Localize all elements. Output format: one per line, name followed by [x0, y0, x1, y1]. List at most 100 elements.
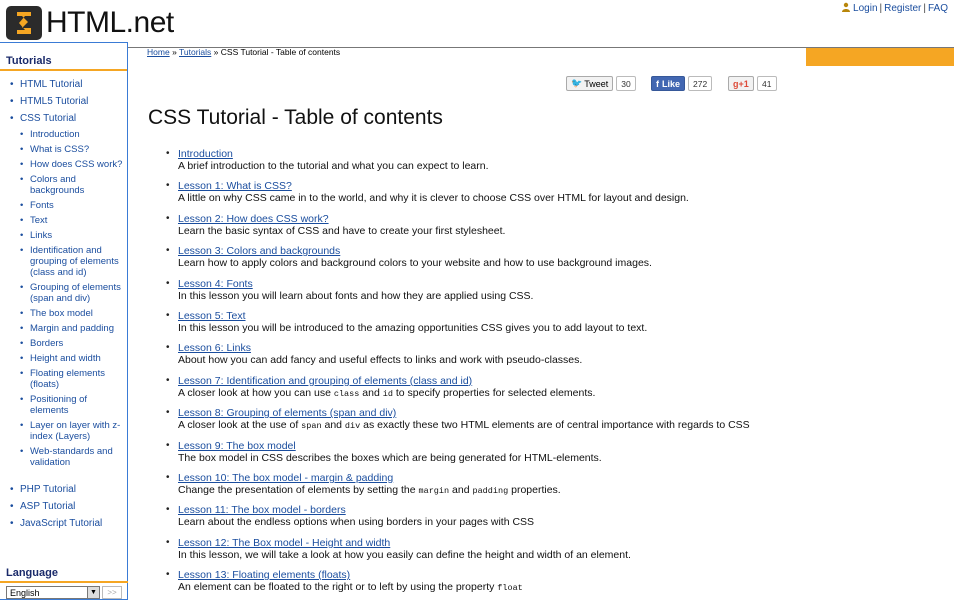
sidebar-subitem[interactable]: Text	[20, 214, 127, 229]
faq-link[interactable]: FAQ	[928, 3, 948, 14]
sidebar-sublink[interactable]: Floating elements (floats)	[30, 368, 105, 390]
register-link[interactable]: Register	[884, 3, 921, 14]
toc-link[interactable]: Lesson 8: Grouping of elements (span and…	[178, 407, 788, 419]
toc-link[interactable]: Lesson 5: Text	[178, 310, 788, 322]
toc-item: IntroductionA brief introduction to the …	[166, 148, 788, 180]
toc-link[interactable]: Lesson 2: How does CSS work?	[178, 213, 788, 225]
sidebar-item-asp[interactable]: ASP Tutorial	[10, 499, 127, 516]
toc-link[interactable]: Lesson 6: Links	[178, 342, 788, 354]
sidebar-sublink[interactable]: Links	[30, 230, 52, 241]
toc-item: Lesson 11: The box model - bordersLearn …	[166, 504, 788, 536]
sidebar-subitem[interactable]: What is CSS?	[20, 143, 127, 158]
sidebar-subitem[interactable]: Identification and grouping of elements …	[20, 244, 127, 281]
sidebar: Tutorials HTML Tutorial HTML5 Tutorial C…	[0, 42, 128, 600]
sidebar-sublink[interactable]: What is CSS?	[30, 144, 89, 155]
sidebar-sublink[interactable]: How does CSS work?	[30, 159, 122, 170]
sidebar-subitem[interactable]: Links	[20, 229, 127, 244]
sidebar-link[interactable]: PHP Tutorial	[20, 484, 76, 495]
sidebar-sublink[interactable]: Grouping of elements (span and div)	[30, 282, 121, 304]
sidebar-link[interactable]: ASP Tutorial	[20, 501, 75, 512]
gplus-button[interactable]: g +1	[728, 76, 754, 91]
sidebar-link[interactable]: CSS Tutorial	[20, 113, 76, 124]
sidebar-sublink[interactable]: Fonts	[30, 200, 54, 211]
tweet-count: 30	[616, 76, 636, 91]
sidebar-sublink[interactable]: Height and width	[30, 353, 101, 364]
sidebar-subitem[interactable]: Borders	[20, 337, 127, 352]
sidebar-subitem[interactable]: Floating elements (floats)	[20, 367, 127, 393]
toc-link[interactable]: Lesson 3: Colors and backgrounds	[178, 245, 788, 257]
twitter-icon: 🐦	[571, 78, 583, 88]
toc-link[interactable]: Lesson 1: What is CSS?	[178, 180, 788, 192]
sidebar-item-css[interactable]: CSS Tutorial Introduction What is CSS? How…	[10, 111, 127, 482]
account-links: Login | Register | FAQ	[841, 2, 948, 15]
sidebar-link[interactable]: HTML Tutorial	[20, 79, 82, 90]
breadcrumb-sep: »	[213, 47, 219, 57]
toc-description: Change the presentation of elements by s…	[178, 484, 788, 497]
sidebar-sublink[interactable]: Identification and grouping of elements …	[30, 245, 119, 278]
sidebar-subitem[interactable]: Height and width	[20, 352, 127, 367]
sidebar-item-html5[interactable]: HTML5 Tutorial	[10, 94, 127, 111]
sidebar-sublink[interactable]: Colors and backgrounds	[30, 174, 84, 196]
language-go-button[interactable]: >>	[102, 586, 122, 599]
sidebar-subitem[interactable]: Introduction	[20, 128, 127, 143]
code-keyword: padding	[472, 485, 509, 496]
desc-text: An element can be floated to the right o…	[178, 581, 498, 594]
toc-item: Lesson 4: FontsIn this lesson you will l…	[166, 278, 788, 310]
tweet-button[interactable]: 🐦 Tweet	[566, 76, 614, 91]
desc-text: A closer look at how you can use	[178, 386, 334, 399]
sidebar-sublink[interactable]: Web-standards and validation	[30, 446, 113, 468]
language-select[interactable]: English ▼	[6, 586, 100, 599]
sidebar-subitem[interactable]: How does CSS work?	[20, 158, 127, 173]
sidebar-subitem[interactable]: Web-standards and validation	[20, 445, 127, 471]
sidebar-subitem[interactable]: Colors and backgrounds	[20, 173, 127, 199]
toc-link[interactable]: Lesson 4: Fonts	[178, 278, 788, 290]
sidebar-sublink[interactable]: Positioning of elements	[30, 394, 87, 416]
sidebar-subitem[interactable]: Positioning of elements	[20, 393, 127, 419]
toc-link[interactable]: Lesson 11: The box model - borders	[178, 504, 788, 516]
sidebar-item-php[interactable]: PHP Tutorial	[10, 482, 127, 499]
desc-text: properties.	[508, 483, 561, 496]
site-logo[interactable]: HTML.net	[6, 6, 174, 40]
sidebar-link[interactable]: HTML5 Tutorial	[20, 96, 88, 107]
gplus-widget: g +1 41	[728, 76, 777, 91]
sidebar-subitem[interactable]: Fonts	[20, 199, 127, 214]
sidebar-sublink[interactable]: Borders	[30, 338, 63, 349]
toc-item: Lesson 12: The Box model - Height and wi…	[166, 537, 788, 569]
toc-item: Lesson 2: How does CSS work?Learn the ba…	[166, 213, 788, 245]
sidebar-subitem[interactable]: Margin and padding	[20, 322, 127, 337]
separator: |	[923, 3, 926, 14]
toc-link[interactable]: Lesson 7: Identification and grouping of…	[178, 375, 788, 387]
breadcrumb-sep: »	[172, 47, 177, 57]
tweet-widget: 🐦 Tweet 30	[566, 76, 636, 91]
sidebar-item-html[interactable]: HTML Tutorial	[10, 77, 127, 94]
toc-item: Lesson 1: What is CSS?A little on why CS…	[166, 180, 788, 212]
sidebar-sublink[interactable]: Margin and padding	[30, 323, 114, 334]
sidebar-link[interactable]: JavaScript Tutorial	[20, 518, 102, 529]
code-keyword: id	[382, 388, 393, 399]
toc-link[interactable]: Introduction	[178, 148, 788, 160]
sidebar-sublink[interactable]: Text	[30, 215, 47, 226]
toc-description: The box model in CSS describes the boxes…	[178, 451, 602, 464]
header-accent-bar	[806, 48, 954, 66]
sidebar-subitem[interactable]: Grouping of elements (span and div)	[20, 281, 127, 307]
facebook-like-button[interactable]: f Like	[651, 76, 686, 91]
sidebar-subitem[interactable]: The box model	[20, 307, 127, 322]
breadcrumb-tutorials[interactable]: Tutorials	[179, 47, 211, 57]
desc-text: and	[449, 483, 473, 496]
toc-link[interactable]: Lesson 12: The Box model - Height and wi…	[178, 537, 788, 549]
toc-description: Learn about the endless options when usi…	[178, 516, 535, 529]
toc-link[interactable]: Lesson 10: The box model - margin & padd…	[178, 472, 788, 484]
sidebar-item-javascript[interactable]: JavaScript Tutorial	[10, 516, 127, 533]
toc-link[interactable]: Lesson 9: The box model	[178, 440, 788, 452]
sidebar-sublink[interactable]: Layer on layer with z-index (Layers)	[30, 420, 120, 442]
css-lesson-list: Introduction What is CSS? How does CSS wor…	[20, 125, 127, 471]
login-link[interactable]: Login	[853, 3, 877, 14]
sidebar-sublink[interactable]: Introduction	[30, 129, 80, 140]
toc-description: Learn the basic syntax of CSS and have t…	[178, 224, 506, 237]
sidebar-sublink[interactable]: The box model	[30, 308, 93, 319]
breadcrumb-home[interactable]: Home	[147, 47, 170, 57]
desc-text: and	[359, 386, 383, 399]
toc-link[interactable]: Lesson 13: Floating elements (floats)	[178, 569, 788, 581]
chevron-down-icon[interactable]: ▼	[87, 587, 99, 598]
sidebar-subitem[interactable]: Layer on layer with z-index (Layers)	[20, 419, 127, 445]
